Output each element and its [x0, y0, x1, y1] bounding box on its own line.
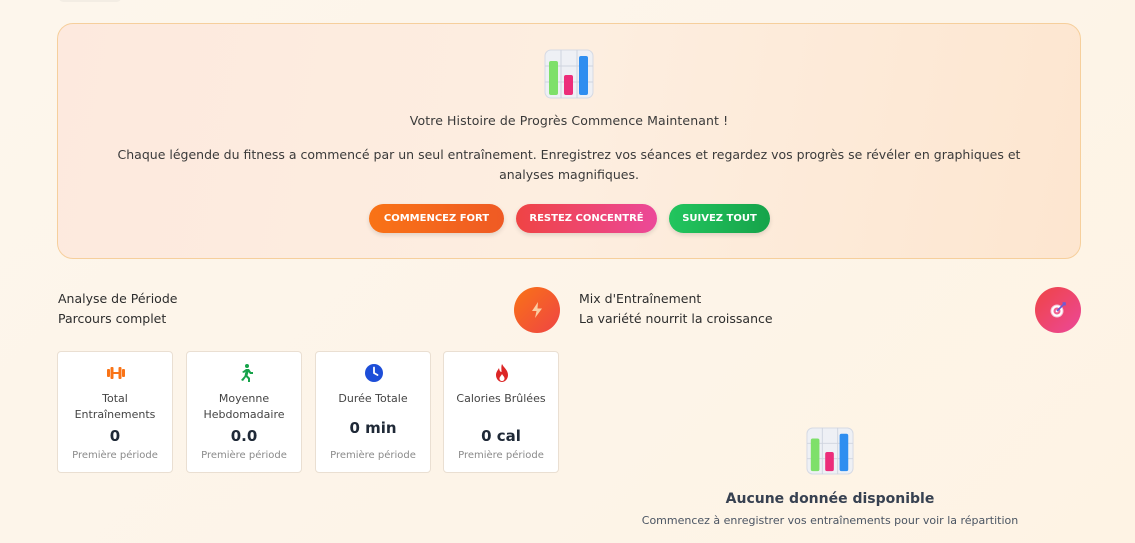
stat-subtext: Première période: [72, 450, 158, 461]
clock-icon: [364, 363, 384, 383]
stat-subtext: Première période: [201, 450, 287, 461]
period-analysis-subtitle: Parcours complet: [58, 311, 167, 326]
running-icon: [235, 363, 255, 383]
suivez-tout-button[interactable]: SUIVEZ TOUT: [669, 204, 770, 233]
training-mix-subtitle: La variété nourrit la croissance: [579, 311, 773, 326]
empty-state-subtitle: Commencez à enregistrer vos entraînement…: [641, 514, 1019, 527]
top-tab[interactable]: [58, 0, 122, 2]
hero-banner: Votre Histoire de Progrès Commence Maint…: [57, 23, 1081, 259]
commencez-fort-button[interactable]: COMMENCEZ FORT: [369, 204, 504, 233]
stat-value: 0: [109, 427, 121, 445]
hero-title: Votre Histoire de Progrès Commence Maint…: [409, 113, 729, 128]
stat-label: Durée Totale: [338, 392, 408, 405]
stat-value: 0.0: [230, 427, 258, 445]
bar-chart-icon: [806, 427, 854, 475]
stat-card-total-workouts: Total Entraînements 0 Première période: [57, 351, 173, 473]
stat-label: Moyenne Hebdomadaire: [203, 392, 285, 421]
flame-icon: [492, 363, 512, 383]
stat-value: 0 min: [349, 419, 397, 437]
restez-concentre-button[interactable]: RESTEZ CONCENTRÉ: [516, 204, 657, 233]
hero-description: Chaque légende du fitness a commencé par…: [117, 147, 1021, 182]
stat-card-total-duration: Durée Totale 0 min Première période: [315, 351, 431, 473]
stat-card-calories: Calories Brûlées 0 cal Première période: [443, 351, 559, 473]
stat-card-weekly-average: Moyenne Hebdomadaire 0.0 Première périod…: [186, 351, 302, 473]
stat-subtext: Première période: [458, 450, 544, 461]
stat-label: Calories Brûlées: [456, 392, 546, 405]
dumbbell-icon: [106, 363, 126, 383]
stat-value: 0 cal: [481, 427, 521, 445]
stat-subtext: Première période: [330, 450, 416, 461]
training-mix-title: Mix d'Entraînement: [579, 291, 702, 306]
target-icon: [1035, 287, 1081, 333]
period-analysis-title: Analyse de Période: [58, 291, 178, 306]
empty-state-title: Aucune donnée disponible: [725, 491, 935, 507]
stat-label: Total Entraînements: [74, 392, 156, 421]
bar-chart-icon: [544, 49, 594, 99]
lightning-icon: [514, 287, 560, 333]
